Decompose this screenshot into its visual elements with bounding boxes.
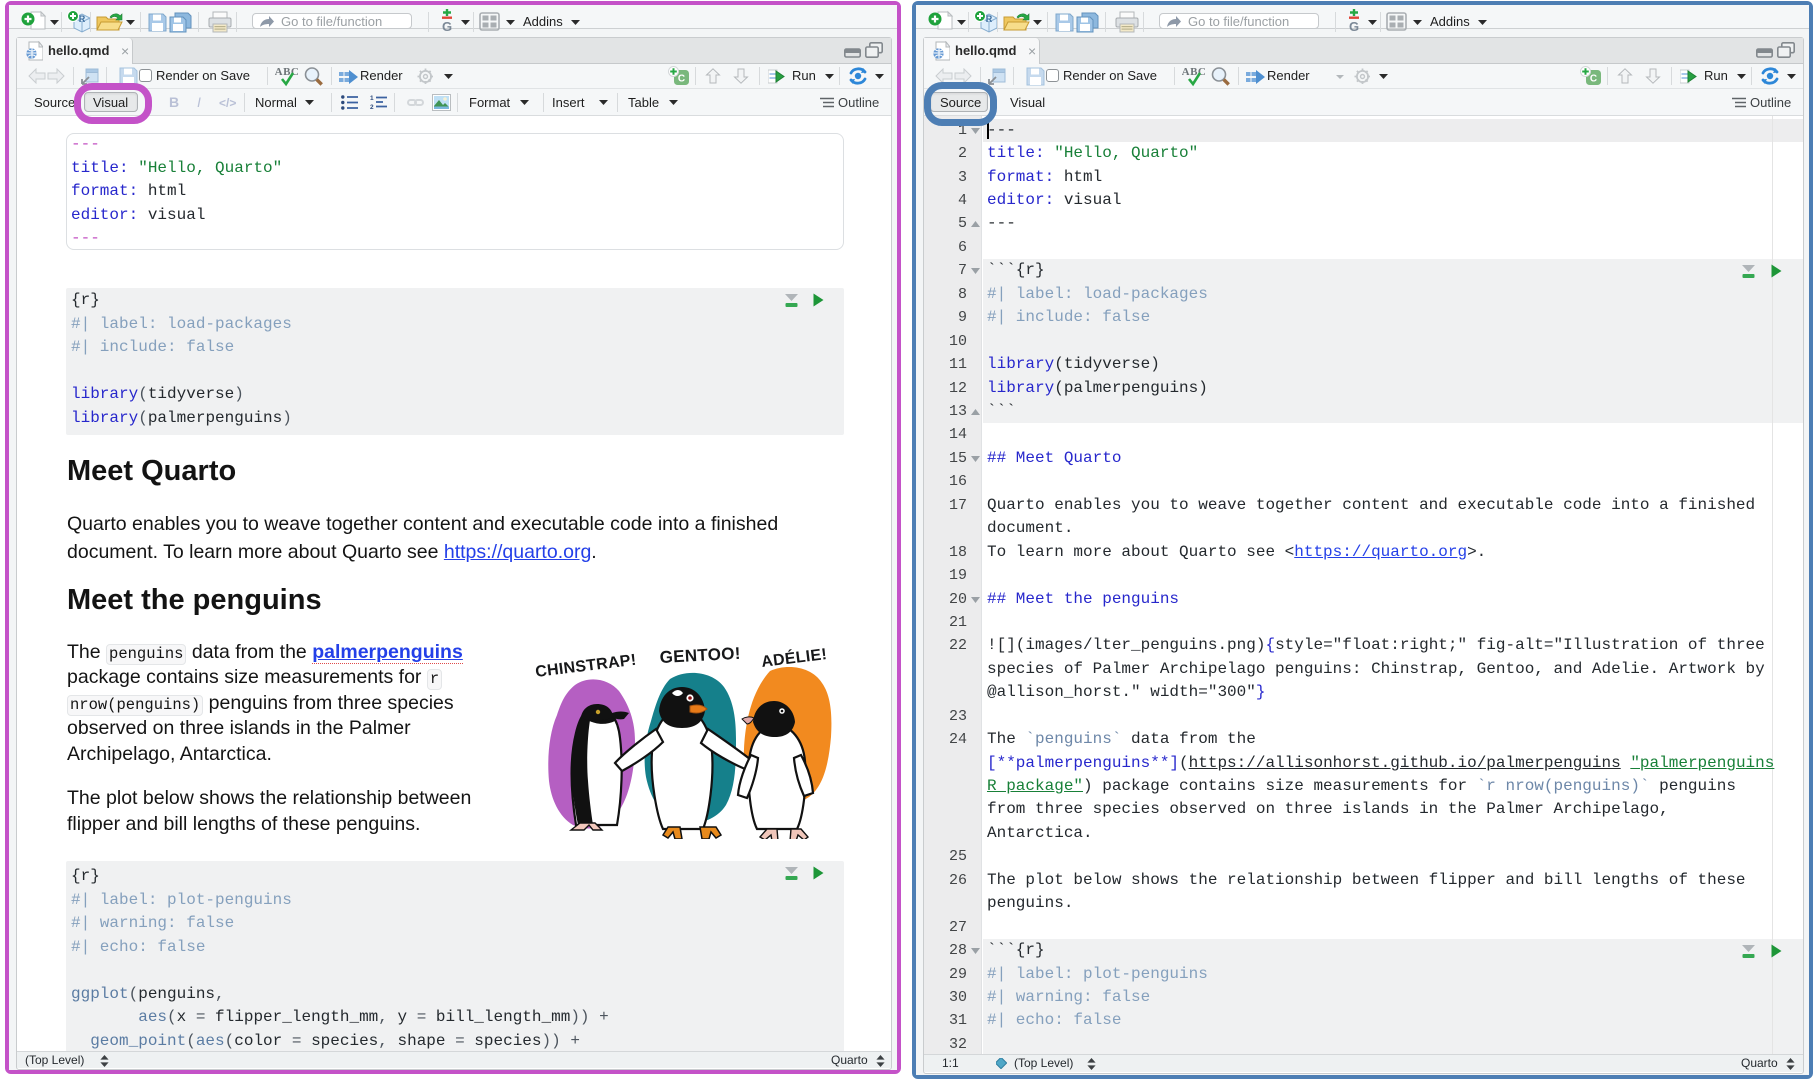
svg-text:R: R: [79, 14, 86, 24]
svg-text:C: C: [1590, 74, 1597, 85]
svg-text:CHINSTRAP!: CHINSTRAP!: [534, 652, 637, 681]
svg-text:2: 2: [370, 104, 374, 110]
svg-text:ABC: ABC: [275, 66, 299, 78]
svg-text:R: R: [986, 14, 993, 24]
svg-text:G: G: [1349, 19, 1359, 33]
svg-text:G: G: [442, 19, 452, 33]
svg-text:C: C: [678, 74, 685, 85]
svg-text:GENTOO!: GENTOO!: [659, 647, 741, 667]
svg-text:ABC: ABC: [1182, 66, 1206, 78]
svg-text:1: 1: [370, 95, 374, 102]
